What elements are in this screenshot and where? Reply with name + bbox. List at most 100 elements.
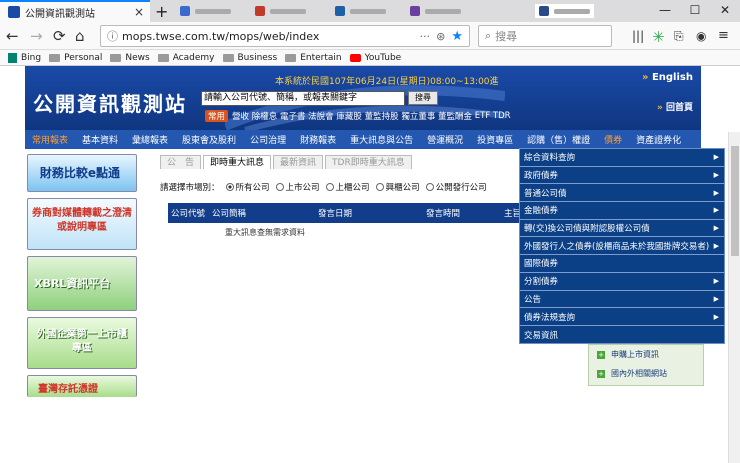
common-link[interactable]: 電子書 bbox=[280, 110, 306, 122]
library-icon[interactable]: ||| bbox=[632, 29, 644, 43]
radio-otc[interactable] bbox=[325, 183, 334, 191]
site-search-button[interactable]: 搜尋 bbox=[408, 91, 438, 105]
bookmark-news[interactable]: News bbox=[110, 53, 150, 63]
url-bar[interactable]: ⓘ mops.twse.com.tw/mops/web/index ··· ⊛ … bbox=[100, 25, 470, 47]
search-placeholder: 搜尋 bbox=[495, 30, 518, 43]
nav-item[interactable]: 常用報表 bbox=[25, 133, 75, 146]
dropdown-item[interactable]: 政府債券 ▶ bbox=[520, 167, 724, 185]
common-link[interactable]: 法說會 bbox=[308, 110, 334, 122]
tab-announcement[interactable]: 公 告 bbox=[160, 155, 202, 169]
dropdown-item[interactable]: 金融債券 ▶ bbox=[520, 202, 724, 220]
common-link[interactable]: TDR bbox=[493, 111, 511, 121]
nav-item[interactable]: 彙總報表 bbox=[125, 133, 175, 146]
radio-public[interactable] bbox=[425, 183, 434, 191]
col-company-name: 公司簡稱 bbox=[212, 209, 247, 219]
extension-icon[interactable]: ✳ bbox=[652, 28, 665, 46]
tab-latest-info[interactable]: 最新資訊 bbox=[273, 155, 324, 169]
tab-background-3[interactable] bbox=[335, 4, 386, 18]
back-icon[interactable]: ← bbox=[6, 27, 19, 45]
url-text[interactable]: mops.twse.com.tw/mops/web/index bbox=[122, 30, 319, 43]
radio-all[interactable] bbox=[225, 183, 234, 191]
nav-item[interactable]: 財務報表 bbox=[293, 133, 343, 146]
dropdown-item[interactable]: 債券法規查詢 ▶ bbox=[520, 308, 724, 326]
forward-icon[interactable]: → bbox=[30, 27, 43, 45]
nav-item[interactable]: 投資專區 bbox=[470, 133, 520, 146]
empty-notice: 重大訊息查無需求資料 bbox=[225, 228, 305, 237]
pocket-icon[interactable]: ⊛ bbox=[436, 30, 445, 43]
english-link[interactable]: » English bbox=[642, 72, 693, 83]
bookmark-star-icon[interactable]: ★ bbox=[451, 29, 463, 44]
info-icon[interactable]: ⓘ bbox=[107, 28, 118, 44]
nav-item[interactable]: 資產證券化 bbox=[629, 133, 688, 146]
nav-item[interactable]: 認購（售）權證 bbox=[520, 133, 597, 146]
screenshot-icon[interactable]: ⎘ bbox=[674, 29, 684, 44]
sync-icon[interactable]: ◉ bbox=[696, 29, 706, 43]
dropdown-item[interactable]: 轉(交)換公司債與附認股權公司債 ▶ bbox=[520, 220, 724, 238]
tab-tdr-news[interactable]: TDR即時重大訊息 bbox=[325, 155, 412, 169]
common-link[interactable]: 庫藏股 bbox=[336, 110, 362, 122]
bookmark-entertain[interactable]: Entertain bbox=[285, 53, 342, 63]
dropdown-item[interactable]: 公告 ▶ bbox=[520, 291, 724, 309]
common-link[interactable]: 董監酬金 bbox=[438, 110, 472, 122]
banner-media-clarification[interactable]: 券商對媒體轉載之澄清或說明專區 bbox=[27, 198, 137, 250]
banner-xbrl[interactable]: XBRL資訊平台 bbox=[27, 256, 137, 311]
maximize-icon[interactable]: ☐ bbox=[680, 0, 710, 22]
submenu-arrow-icon: ▶ bbox=[713, 312, 719, 321]
nav-item[interactable]: 營運概況 bbox=[420, 133, 470, 146]
dropdown-item[interactable]: 分割債券 ▶ bbox=[520, 273, 724, 291]
dropdown-item[interactable]: 國際債券 bbox=[520, 255, 724, 273]
page-scrollbar[interactable] bbox=[728, 132, 740, 463]
banner-foreign-listing[interactable]: 外國企業第一上市櫃專區 bbox=[27, 317, 137, 369]
tab-background-2[interactable] bbox=[255, 4, 306, 18]
folder-icon bbox=[157, 53, 169, 62]
nav-item[interactable]: 公司治理 bbox=[243, 133, 293, 146]
dropdown-item[interactable]: 綜合資料查詢 ▶ bbox=[520, 149, 724, 167]
tab-background-1[interactable] bbox=[180, 4, 231, 18]
home-link[interactable]: » 回首頁 bbox=[657, 100, 693, 113]
close-tab-icon[interactable]: × bbox=[134, 5, 144, 19]
tab-title: 公開資訊觀測站 bbox=[25, 8, 95, 20]
banner-financial-compare[interactable]: 財務比較e點通 bbox=[27, 154, 137, 192]
submenu-arrow-icon: ▶ bbox=[713, 206, 719, 215]
dropdown-item[interactable]: 交易資訊 bbox=[520, 326, 724, 344]
reload-icon[interactable]: ⟳ bbox=[53, 27, 66, 45]
site-logo[interactable]: 公開資訊觀測站 bbox=[33, 88, 187, 117]
radio-emerging[interactable] bbox=[375, 183, 384, 191]
dropdown-item[interactable]: 外國發行人之債券(設櫃商品未於我國掛牌交易者) ▶ bbox=[520, 237, 724, 256]
new-tab-button[interactable]: + bbox=[155, 2, 168, 21]
tab-favicon-icon bbox=[335, 6, 345, 16]
common-link[interactable]: 除權息 bbox=[252, 110, 278, 122]
nav-item[interactable]: 重大訊息與公告 bbox=[343, 133, 420, 146]
submenu-arrow-icon: ▶ bbox=[713, 277, 719, 286]
bookmark-youtube[interactable]: YouTube bbox=[349, 53, 401, 63]
scrollbar-thumb[interactable] bbox=[731, 146, 739, 256]
menu-icon[interactable]: ≡ bbox=[718, 28, 729, 43]
bookmark-business[interactable]: Business bbox=[222, 53, 277, 63]
right-link-ipo[interactable]: + 申購上市資訊 bbox=[589, 345, 703, 364]
system-note: 本系統於民國107年06月24日(星期日)08:00~13:00進 bbox=[275, 77, 499, 87]
common-link[interactable]: 董監持股 bbox=[365, 110, 399, 122]
nav-item[interactable]: 股東會及股利 bbox=[175, 133, 243, 146]
nav-item-bonds[interactable]: 債券 bbox=[597, 133, 629, 146]
site-search-input[interactable]: 請輸入公司代號、簡稱，或報表關鍵字 bbox=[201, 91, 405, 106]
tab-background-4[interactable] bbox=[410, 4, 461, 18]
tab-active[interactable]: 公開資訊觀測站 × bbox=[0, 0, 150, 22]
minimize-icon[interactable]: — bbox=[650, 0, 680, 22]
page-actions-icon[interactable]: ··· bbox=[420, 30, 431, 43]
banner-tdr[interactable]: 臺灣存託憑證 bbox=[27, 375, 137, 397]
close-window-icon[interactable]: ✕ bbox=[710, 0, 740, 22]
tab-realtime-news[interactable]: 即時重大訊息 bbox=[203, 155, 272, 169]
bookmark-academy[interactable]: Academy bbox=[157, 53, 215, 63]
tab-background-5[interactable] bbox=[535, 4, 594, 18]
search-box[interactable]: ⌕ 搜尋 bbox=[478, 25, 612, 47]
common-link[interactable]: 營收 bbox=[232, 110, 249, 122]
radio-listed[interactable] bbox=[275, 183, 284, 191]
bookmark-personal[interactable]: Personal bbox=[49, 53, 102, 63]
common-link[interactable]: ETF bbox=[475, 111, 490, 121]
common-link[interactable]: 獨立董事 bbox=[401, 110, 435, 122]
nav-item[interactable]: 基本資料 bbox=[75, 133, 125, 146]
right-link-sites[interactable]: + 國內外相關網站 bbox=[589, 364, 703, 383]
home-icon[interactable]: ⌂ bbox=[75, 27, 85, 45]
bookmark-bing[interactable]: Bing bbox=[8, 52, 41, 63]
dropdown-item[interactable]: 普通公司債 ▶ bbox=[520, 184, 724, 203]
